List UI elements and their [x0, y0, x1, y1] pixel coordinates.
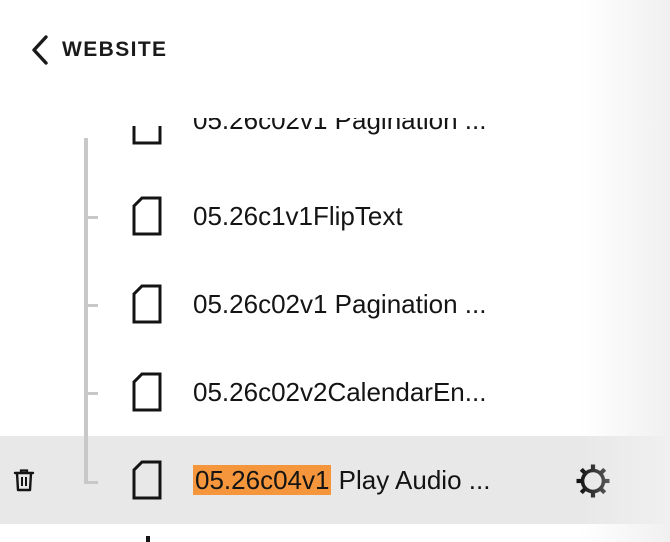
chevron-left-icon	[28, 32, 50, 68]
page-icon	[131, 196, 163, 236]
gear-icon[interactable]	[574, 462, 612, 500]
page-icon	[131, 284, 163, 324]
page-icon	[131, 126, 163, 146]
page-item-label-partial[interactable]: 05.26c02v1 Pagination ...	[193, 118, 486, 140]
page-item-label: 05.26c1v1FlipText	[193, 201, 403, 231]
back-to-website-link[interactable]: WEBSITE	[28, 32, 167, 68]
search-match-highlight: 05.26c04v1	[193, 465, 332, 495]
section-title: WEBSITE	[62, 38, 168, 61]
page-item[interactable]: 05.26c02v1 Pagination ...	[0, 260, 670, 348]
page-item-label: 05.26c02v1 Pagination ...	[193, 289, 487, 319]
trash-icon[interactable]	[12, 467, 36, 493]
page-icon-partial	[146, 536, 150, 542]
tree-branch	[84, 481, 98, 484]
page-item-selected[interactable]: 05.26c04v1 Play Audio ...	[0, 436, 670, 524]
page-item[interactable]: 05.26c02v2CalendarEn...	[0, 348, 670, 436]
pages-panel: WEBSITE 05.26c02v1 Pagination ... 05.26c…	[0, 0, 670, 542]
page-item-label-rest: Play Audio ...	[331, 465, 491, 495]
page-icon	[131, 460, 163, 500]
page-item-label: 05.26c02v2CalendarEn...	[193, 377, 487, 407]
page-icon	[131, 372, 163, 412]
page-item[interactable]: 05.26c1v1FlipText	[0, 172, 670, 260]
page-item-label: 05.26c04v1 Play Audio ...	[193, 463, 490, 497]
